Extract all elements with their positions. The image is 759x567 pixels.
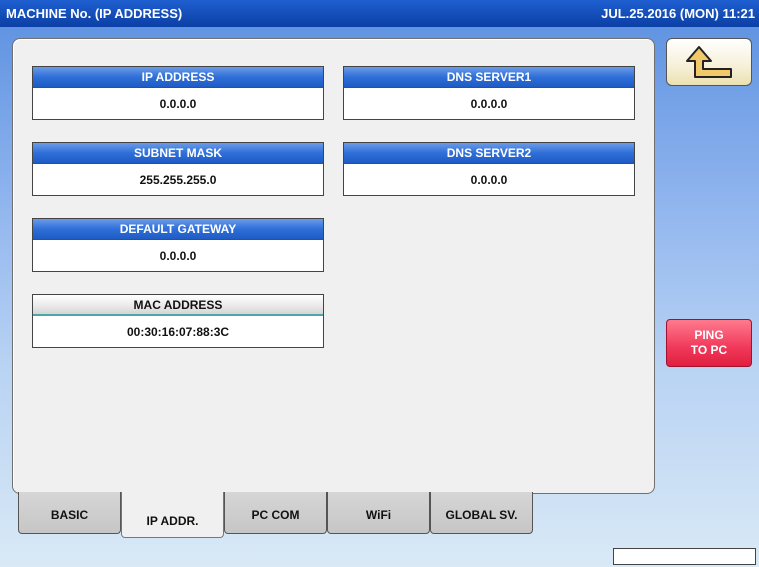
dns-server2-field[interactable]: DNS SERVER2 0.0.0.0 <box>343 142 635 196</box>
screen-title: MACHINE No. (IP ADDRESS) <box>6 6 183 21</box>
default-gateway-field[interactable]: DEFAULT GATEWAY 0.0.0.0 <box>32 218 324 272</box>
back-button[interactable] <box>666 38 752 86</box>
settings-panel: IP ADDRESS 0.0.0.0 SUBNET MASK 255.255.2… <box>12 38 655 494</box>
date-time: JUL.25.2016 (MON) 11:21 <box>601 6 755 21</box>
ip-address-value: 0.0.0.0 <box>159 97 197 111</box>
ping-label-line1: PING <box>694 328 724 342</box>
dns-server1-label: DNS SERVER1 <box>344 67 634 88</box>
status-field <box>613 548 756 565</box>
subnet-mask-value: 255.255.255.0 <box>139 173 217 187</box>
mac-address-value: 00:30:16:07:88:3C <box>126 325 230 339</box>
tab-pc-com[interactable]: PC COM <box>224 492 327 534</box>
title-bar: MACHINE No. (IP ADDRESS) JUL.25.2016 (MO… <box>0 0 759 27</box>
tab-global-sv[interactable]: GLOBAL SV. <box>430 492 533 534</box>
dns-server1-field[interactable]: DNS SERVER1 0.0.0.0 <box>343 66 635 120</box>
default-gateway-label: DEFAULT GATEWAY <box>33 219 323 240</box>
tab-basic[interactable]: BASIC <box>18 492 121 534</box>
ping-to-pc-button[interactable]: PING TO PC <box>666 319 752 367</box>
dns-server2-label: DNS SERVER2 <box>344 143 634 164</box>
tab-ip-addr[interactable]: IP ADDR. <box>121 492 224 538</box>
return-arrow-icon <box>686 46 732 78</box>
ip-address-field[interactable]: IP ADDRESS 0.0.0.0 <box>32 66 324 120</box>
ip-address-label: IP ADDRESS <box>33 67 323 88</box>
subnet-mask-label: SUBNET MASK <box>33 143 323 164</box>
subnet-mask-field[interactable]: SUBNET MASK 255.255.255.0 <box>32 142 324 196</box>
dns-server2-value: 0.0.0.0 <box>470 173 508 187</box>
ping-label-line2: TO PC <box>690 343 728 357</box>
mac-address-field: MAC ADDRESS 00:30:16:07:88:3C <box>32 294 324 348</box>
default-gateway-value: 0.0.0.0 <box>159 249 197 263</box>
tab-wifi[interactable]: WiFi <box>327 492 430 534</box>
dns-server1-value: 0.0.0.0 <box>470 97 508 111</box>
mac-address-label: MAC ADDRESS <box>33 295 323 316</box>
